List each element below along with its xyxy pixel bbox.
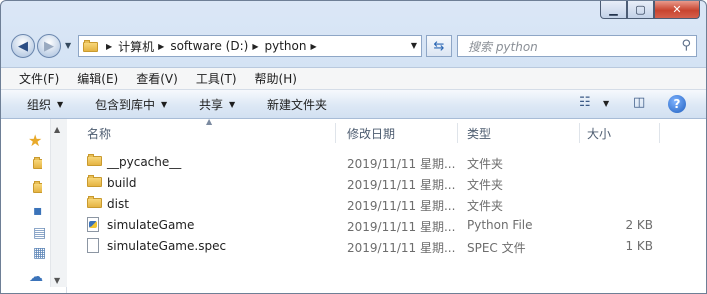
file-name: dist [107,197,129,211]
search-input[interactable]: 搜索 python [468,38,538,55]
address-dropdown[interactable]: ▼ [411,41,417,50]
file-row[interactable]: build 2019/11/11 星期... 文件夹 [67,173,706,194]
address-row: ◀ ▶ ▼ ▶ 计算机 ▶ software (D:) ▶ python ▶ ▼… [1,32,706,62]
explorer-window: ▁ ▢ ✕ ◀ ▶ ▼ ▶ 计算机 ▶ software (D:) ▶ pyth… [0,0,707,294]
command-bar: 组织 ▼ 包含到库中 ▼ 共享 ▼ 新建文件夹 ☷ ▼ ◫ ? [1,90,706,119]
window-caption-buttons: ▁ ▢ ✕ [600,1,700,21]
column-divider[interactable] [457,123,458,143]
breadcrumb-folder[interactable]: python [264,39,306,53]
address-bar[interactable]: ▶ 计算机 ▶ software (D:) ▶ python ▶ ▼ [78,35,422,57]
file-type: Python File [467,218,533,232]
chevron-right-icon[interactable]: ▶ [158,42,164,51]
menu-file[interactable]: 文件(F) [1,70,68,87]
column-divider[interactable] [335,123,336,143]
search-box[interactable]: 搜索 python ⚲ [457,35,697,57]
file-name: __pycache__ [107,155,182,169]
chevron-right-icon[interactable]: ▶ [252,42,258,51]
chevron-down-icon[interactable]: ▼ [603,99,609,108]
navigation-pane: ★ ▪ ▤ ▦ ☁ ▲ ▼ [1,119,67,293]
file-row[interactable]: simulateGame.spec 2019/11/11 星期... SPEC … [67,236,706,257]
view-options-icon[interactable]: ☷ [579,95,591,110]
folder-icon [87,154,103,170]
python-file-icon [87,217,103,233]
folder-icon[interactable] [33,181,42,197]
file-date: 2019/11/11 星期... [347,157,456,171]
share-button[interactable]: 共享 ▼ [199,96,235,113]
maximize-button[interactable]: ▢ [627,1,654,19]
file-size: 1 KB [625,239,653,253]
organize-label: 组织 [27,98,52,112]
organize-button[interactable]: 组织 ▼ [27,96,63,113]
column-divider[interactable] [579,123,580,143]
file-date: 2019/11/11 星期... [347,199,456,213]
file-date: 2019/11/11 星期... [347,220,456,234]
search-icon[interactable]: ⚲ [681,38,691,53]
file-type: 文件夹 [467,178,504,192]
file-row[interactable]: dist 2019/11/11 星期... 文件夹 [67,194,706,215]
document-icon [87,238,103,254]
file-type: 文件夹 [467,157,504,171]
column-header-date[interactable]: 修改日期 [347,122,395,144]
music-library-icon[interactable]: ▦ [33,245,46,261]
breadcrumb-drive[interactable]: software (D:) [170,39,248,53]
column-divider[interactable] [659,123,660,143]
arrow-left-icon: ◀ [18,38,28,54]
help-icon[interactable]: ? [668,95,686,113]
chevron-down-icon: ▼ [161,100,168,109]
chevron-right-icon[interactable]: ▶ [310,42,316,51]
menu-bar: 文件(F) 编辑(E) 查看(V) 工具(T) 帮助(H) [1,67,706,90]
breadcrumb-computer[interactable]: 计算机 [118,38,154,55]
new-folder-label: 新建文件夹 [267,98,328,112]
refresh-button[interactable]: ⇆ [426,35,452,57]
recent-pages-dropdown[interactable]: ▼ [65,41,71,50]
share-label: 共享 [199,98,224,112]
menu-edit[interactable]: 编辑(E) [68,70,127,87]
document-library-icon[interactable]: ▤ [33,225,46,241]
chevron-down-icon: ▼ [57,100,64,109]
minimize-button[interactable]: ▁ [600,1,627,19]
forward-button[interactable]: ▶ [37,34,61,58]
scroll-down-icon[interactable]: ▼ [54,276,60,285]
file-name: simulateGame.spec [107,239,227,253]
content-area: ★ ▪ ▤ ▦ ☁ ▲ ▼ ▲ 名称 修改日期 类型 大小 __pycache_… [1,117,706,293]
refresh-icon: ⇆ [433,38,445,54]
file-date: 2019/11/11 星期... [347,178,456,192]
file-name: build [107,176,137,190]
sort-ascending-icon: ▲ [206,117,213,126]
folder-icon [87,175,103,191]
back-button[interactable]: ◀ [11,34,35,58]
file-date: 2019/11/11 星期... [347,241,456,255]
chevron-down-icon: ▼ [229,100,236,109]
column-header-name[interactable]: 名称 [87,122,111,144]
folder-icon [83,40,98,52]
column-header-type[interactable]: 类型 [467,122,491,144]
menu-view[interactable]: 查看(V) [127,70,187,87]
chevron-right-icon[interactable]: ▶ [106,42,112,51]
new-folder-button[interactable]: 新建文件夹 [267,96,327,113]
file-name: simulateGame [107,218,195,232]
nav-scrollbar[interactable]: ▲ ▼ [50,119,67,287]
file-size: 2 KB [625,218,653,232]
preview-pane-icon[interactable]: ◫ [633,95,645,110]
folder-icon [87,196,103,212]
menu-help[interactable]: 帮助(H) [246,70,306,87]
close-button[interactable]: ✕ [654,1,700,19]
file-list: ▲ 名称 修改日期 类型 大小 __pycache__ 2019/11/11 星… [67,117,706,293]
arrow-right-icon: ▶ [44,38,54,54]
folder-icon[interactable] [33,157,42,173]
scroll-up-icon[interactable]: ▲ [54,125,60,134]
column-header-size[interactable]: 大小 [587,122,611,144]
homegroup-icon[interactable]: ☁ [29,269,43,285]
include-library-button[interactable]: 包含到库中 ▼ [95,96,167,113]
image-library-icon[interactable]: ▪ [33,203,43,219]
file-type: 文件夹 [467,199,504,213]
file-row[interactable]: simulateGame 2019/11/11 星期... Python Fil… [67,215,706,236]
menu-tools[interactable]: 工具(T) [187,70,246,87]
file-row[interactable]: __pycache__ 2019/11/11 星期... 文件夹 [67,152,706,173]
include-library-label: 包含到库中 [95,98,156,112]
favorites-star-icon[interactable]: ★ [28,131,42,150]
file-type: SPEC 文件 [467,241,526,255]
